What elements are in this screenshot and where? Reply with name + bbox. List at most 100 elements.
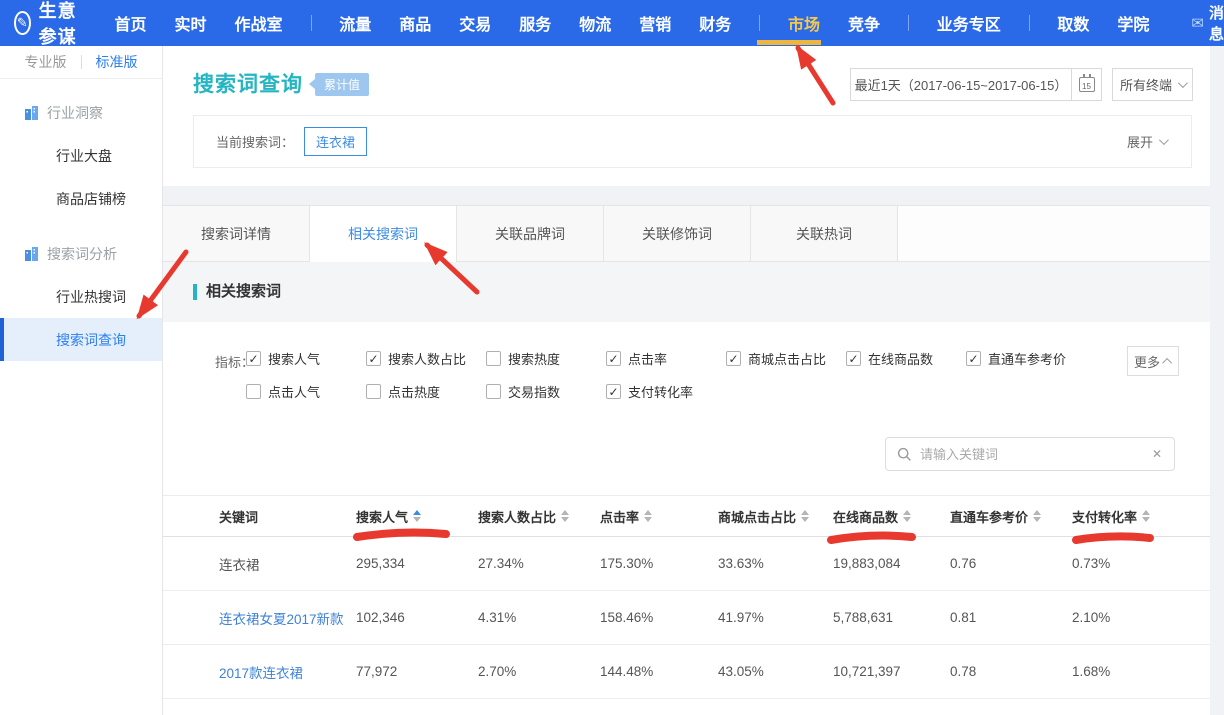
sort-icon[interactable] <box>644 510 652 522</box>
checkbox-label: 点击率 <box>628 349 667 368</box>
sort-icon[interactable] <box>801 510 809 522</box>
sidebar-group-industry-insight: 行业洞察 <box>0 91 162 134</box>
checkbox-online-products[interactable]: 在线商品数 <box>846 349 966 368</box>
page-title: 搜索词查询 <box>193 68 303 98</box>
cell-value: 19,883,084 <box>833 556 950 571</box>
checkbox-click-popularity[interactable]: 点击人气 <box>246 382 366 401</box>
col-online-products[interactable]: 在线商品数 <box>833 507 950 526</box>
nav-divider <box>759 15 760 31</box>
nav-divider <box>908 15 909 31</box>
page-header: 搜索词查询 累计值 最近1天（2017-06-15~2017-06-15） 15… <box>163 46 1210 186</box>
col-click-rate[interactable]: 点击率 <box>600 507 718 526</box>
sort-icon[interactable] <box>903 510 911 522</box>
checkbox-label: 点击热度 <box>388 382 440 401</box>
checkbox-box <box>606 351 621 366</box>
sidebar-item-industry-overview[interactable]: 行业大盘 <box>0 134 162 177</box>
nav-item-business-zone[interactable]: 业务专区 <box>937 11 1001 35</box>
col-search-popularity[interactable]: 搜索人气 <box>356 507 478 526</box>
sort-icon[interactable] <box>413 510 421 522</box>
col-searcher-ratio[interactable]: 搜索人数占比 <box>478 507 600 526</box>
checkbox-box <box>246 384 261 399</box>
column-label: 直通车参考价 <box>950 507 1028 526</box>
nav-item-finance[interactable]: 财务 <box>699 11 731 35</box>
checkbox-payment-conversion[interactable]: 支付转化率 <box>606 382 726 401</box>
sidebar-item-product-shop-rank[interactable]: 商品店铺榜 <box>0 177 162 220</box>
col-payment-conversion[interactable]: 支付转化率 <box>1072 507 1210 526</box>
tab-related-modifier-words[interactable]: 关联修饰词 <box>604 206 751 261</box>
sort-icon[interactable] <box>1142 510 1150 522</box>
tab-standard-version[interactable]: 标准版 <box>96 52 138 72</box>
checkbox-box <box>486 351 501 366</box>
clear-icon[interactable]: ✕ <box>1152 447 1162 461</box>
checkbox-trade-index[interactable]: 交易指数 <box>486 382 606 401</box>
checkbox-label: 点击人气 <box>268 382 320 401</box>
calendar-icon: 15 <box>1079 77 1095 92</box>
cell-value: 0.81 <box>950 610 1072 625</box>
column-label: 点击率 <box>600 507 639 526</box>
sort-icon[interactable] <box>1033 510 1041 522</box>
sidebar: 专业版 标准版 行业洞察 行业大盘 商品店铺榜 搜索词分析 行业热搜词 搜索词查… <box>0 46 163 715</box>
column-label: 搜索人气 <box>356 507 408 526</box>
app-logo[interactable]: ✎ 生意参谋 <box>14 0 86 49</box>
col-keyword: 关键词 <box>219 507 356 526</box>
nav-item-service[interactable]: 服务 <box>519 11 551 35</box>
nav-item-warroom[interactable]: 作战室 <box>235 11 283 35</box>
date-range-picker[interactable]: 最近1天（2017-06-15~2017-06-15） <box>850 68 1072 101</box>
cell-value: 33.63% <box>718 556 833 571</box>
cumulative-badge: 累计值 <box>315 73 369 96</box>
checkbox-box <box>246 351 261 366</box>
expand-toggle[interactable]: 展开 <box>1127 132 1166 151</box>
messages-button[interactable]: ✉ 消息 <box>1191 2 1224 44</box>
nav-item-competition[interactable]: 竞争 <box>848 11 880 35</box>
sidebar-item-hot-search-words[interactable]: 行业热搜词 <box>0 275 162 318</box>
nav-item-data-fetch[interactable]: 取数 <box>1057 11 1089 35</box>
col-ztc-ref-price[interactable]: 直通车参考价 <box>950 507 1072 526</box>
nav-item-trade[interactable]: 交易 <box>459 11 491 35</box>
nav-item-product[interactable]: 商品 <box>399 11 431 35</box>
checkbox-click-rate[interactable]: 点击率 <box>606 349 726 368</box>
nav-item-academy[interactable]: 学院 <box>1117 11 1149 35</box>
tab-related-hot-words[interactable]: 关联热词 <box>751 206 898 261</box>
checkbox-box <box>366 384 381 399</box>
keyword-search-box: ✕ <box>885 437 1175 471</box>
calendar-button[interactable]: 15 <box>1071 68 1102 101</box>
tab-search-word-detail[interactable]: 搜索词详情 <box>163 206 310 261</box>
tab-pro-version[interactable]: 专业版 <box>25 52 67 72</box>
nav-item-market[interactable]: 市场 <box>788 11 820 35</box>
cell-keyword-link[interactable]: 2017款连衣裙 <box>219 662 356 682</box>
more-button[interactable]: 更多 <box>1127 346 1179 376</box>
current-keyword-tag[interactable]: 连衣裙 <box>304 127 367 156</box>
sidebar-group-search-analysis: 搜索词分析 <box>0 232 162 275</box>
sort-icon[interactable] <box>561 510 569 522</box>
terminal-filter-label: 所有终端 <box>1120 75 1172 94</box>
checkbox-click-heat[interactable]: 点击热度 <box>366 382 486 401</box>
nav-item-marketing[interactable]: 营销 <box>639 11 671 35</box>
table-row: 2017款连衣裙 77,972 2.70% 144.48% 43.05% 10,… <box>163 645 1210 699</box>
cell-value: 27.34% <box>478 556 600 571</box>
terminal-filter-dropdown[interactable]: 所有终端 <box>1112 68 1193 101</box>
checkbox-label: 搜索人气 <box>268 349 320 368</box>
tab-related-search-words[interactable]: 相关搜索词 <box>310 206 457 263</box>
cell-value: 0.78 <box>950 664 1072 679</box>
cell-value: 158.46% <box>600 610 718 625</box>
more-label: 更多 <box>1134 352 1160 371</box>
sidebar-item-search-word-query[interactable]: 搜索词查询 <box>0 318 162 361</box>
checkbox-search-heat[interactable]: 搜索热度 <box>486 349 606 368</box>
building-icon <box>24 247 39 261</box>
messages-label: 消息 <box>1209 2 1224 44</box>
search-icon <box>897 447 912 462</box>
tab-related-brand-words[interactable]: 关联品牌词 <box>457 206 604 261</box>
cell-keyword-link[interactable]: 连衣裙女夏2017新款 <box>219 608 356 628</box>
cell-value: 144.48% <box>600 664 718 679</box>
checkbox-ztc-ref-price[interactable]: 直通车参考价 <box>966 349 1086 368</box>
nav-item-realtime[interactable]: 实时 <box>175 11 207 35</box>
nav-item-home[interactable]: 首页 <box>114 11 146 35</box>
checkbox-search-popularity[interactable]: 搜索人气 <box>246 349 366 368</box>
checkbox-mall-click-ratio[interactable]: 商城点击占比 <box>726 349 846 368</box>
checkbox-searcher-ratio[interactable]: 搜索人数占比 <box>366 349 486 368</box>
col-mall-click-ratio[interactable]: 商城点击占比 <box>718 507 833 526</box>
nav-item-traffic[interactable]: 流量 <box>339 11 371 35</box>
search-input[interactable] <box>920 447 1152 462</box>
cell-value: 2.70% <box>478 664 600 679</box>
nav-item-logistics[interactable]: 物流 <box>579 11 611 35</box>
